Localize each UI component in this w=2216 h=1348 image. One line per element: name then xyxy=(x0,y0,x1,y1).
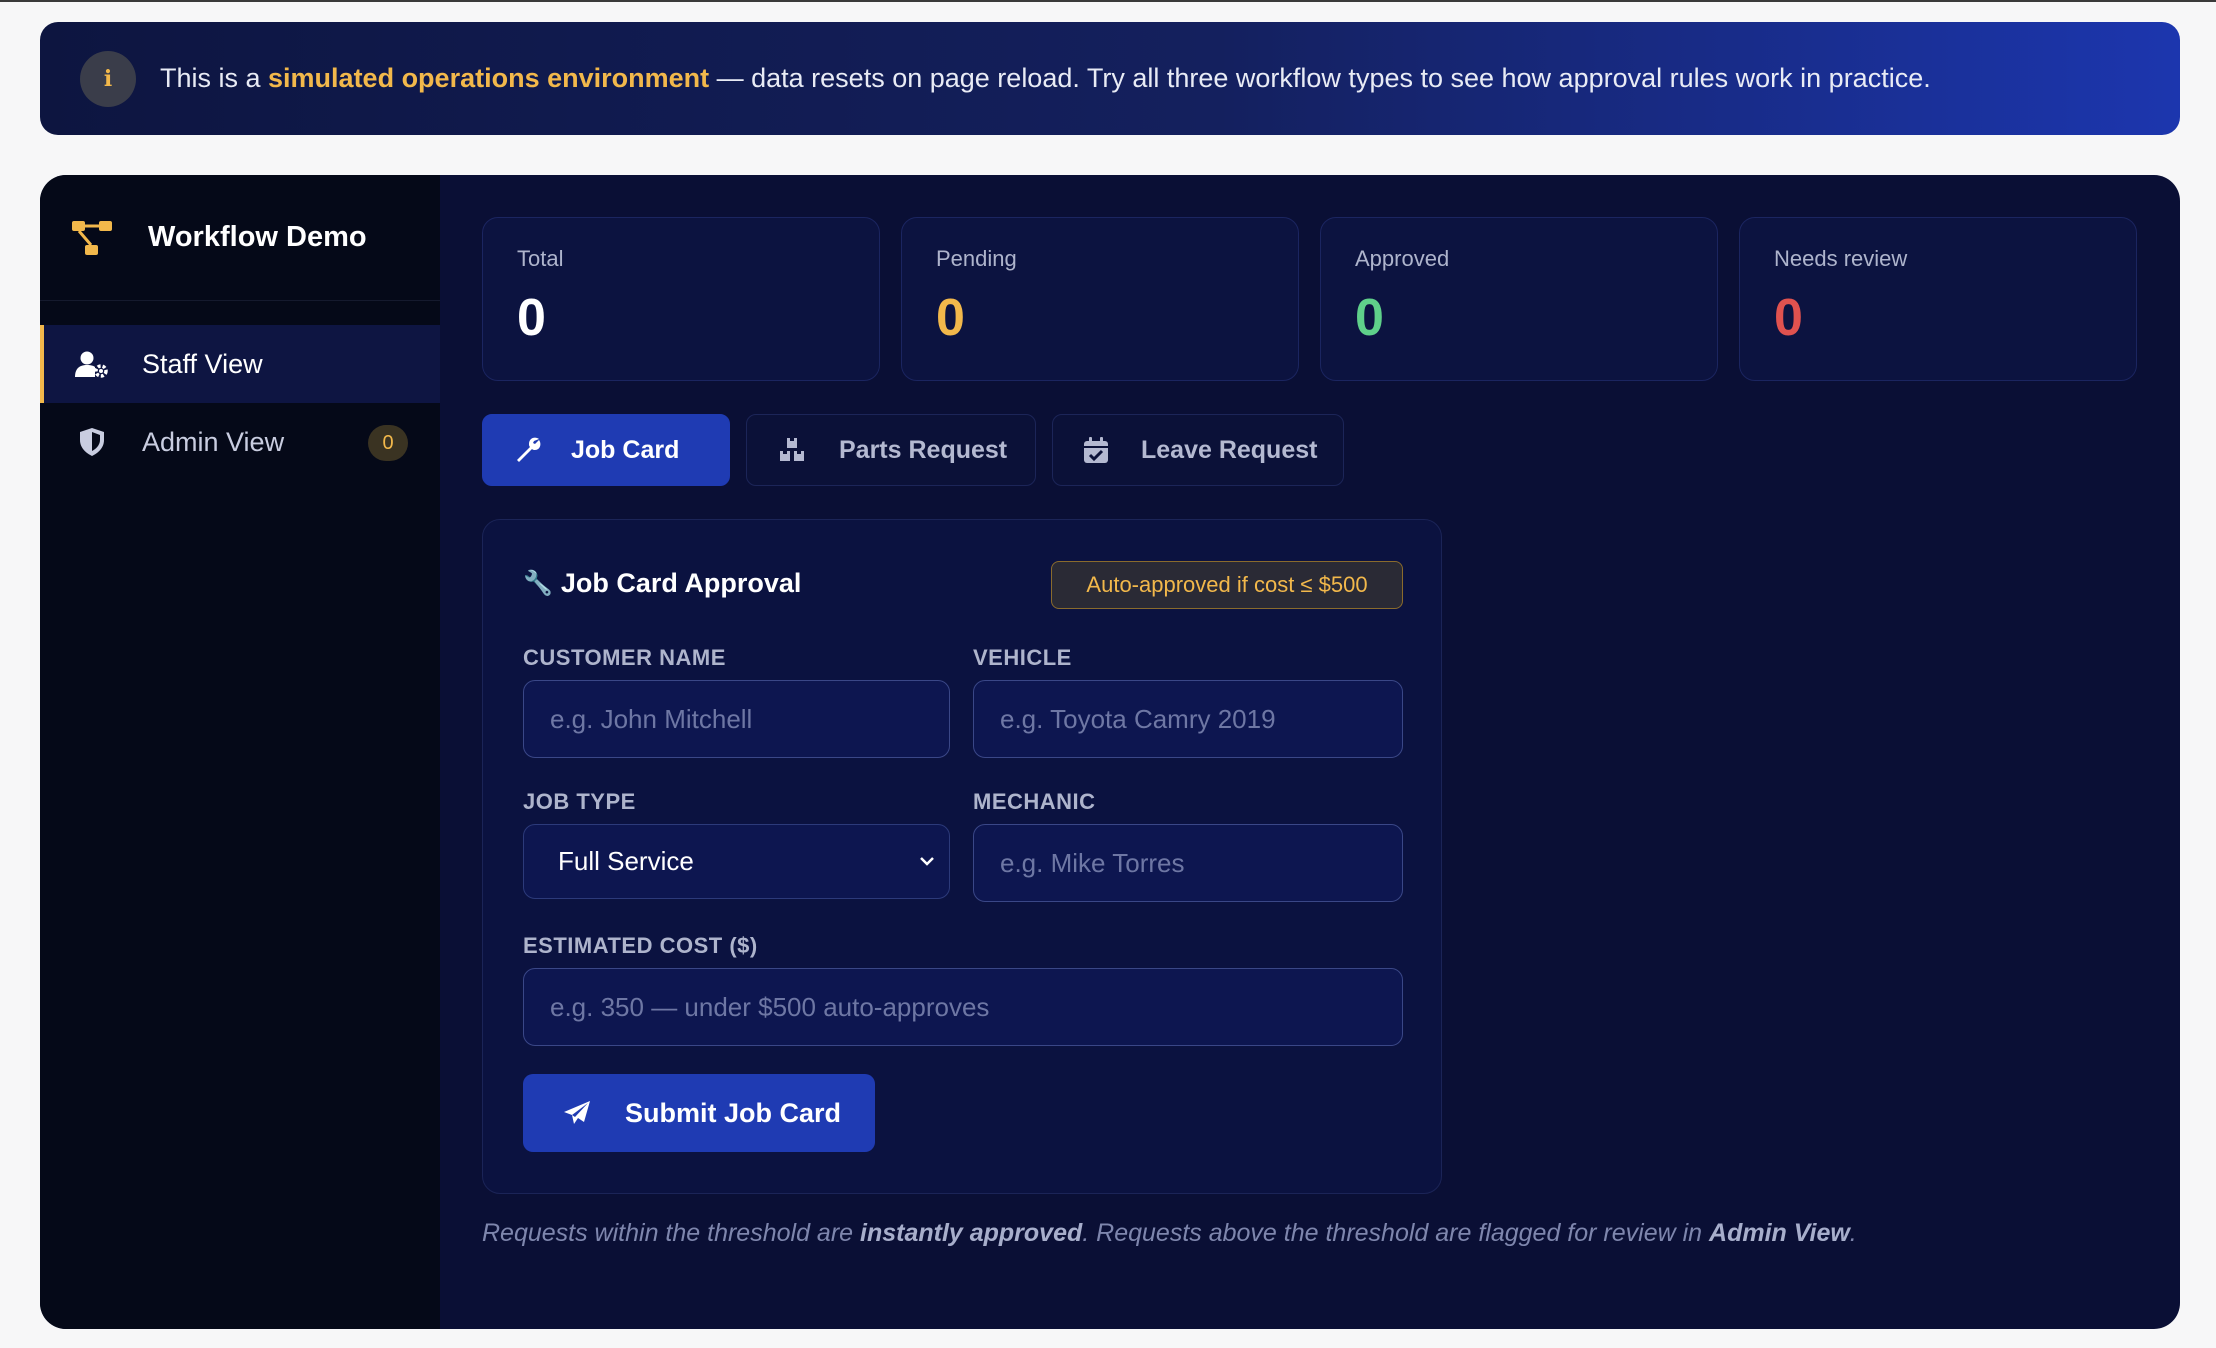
stat-label: Pending xyxy=(936,246,1017,271)
customer-name-placeholder: e.g. John Mitchell xyxy=(550,703,753,734)
chevron-down-icon xyxy=(920,857,934,866)
customer-name-input[interactable]: e.g. John Mitchell xyxy=(523,680,950,758)
sidebar-item-label: Staff View xyxy=(142,348,263,379)
calendar-check-icon xyxy=(1081,435,1111,465)
job-card-form: 🔧 Job Card Approval Auto-approved if cos… xyxy=(482,519,1442,1194)
customer-name-label: CUSTOMER NAME xyxy=(523,645,726,670)
sidebar-item-admin-view[interactable]: Admin View 0 xyxy=(40,403,440,481)
form-title-text: Job Card Approval xyxy=(560,568,802,598)
stat-value: 0 xyxy=(936,289,965,347)
tab-leave-request[interactable]: Leave Request xyxy=(1052,414,1344,486)
workflow-icon xyxy=(72,220,112,255)
stat-pending: Pending 0 xyxy=(901,217,1299,381)
app-title: Workflow Demo xyxy=(148,221,367,253)
stat-label: Total xyxy=(517,246,564,271)
tab-label: Leave Request xyxy=(1141,435,1318,464)
vehicle-label: VEHICLE xyxy=(973,645,1072,670)
stat-approved: Approved 0 xyxy=(1320,217,1718,381)
mechanic-input[interactable]: e.g. Mike Torres xyxy=(973,824,1403,902)
job-type-label: JOB TYPE xyxy=(523,789,636,814)
footnote-part: Requests within the threshold are xyxy=(482,1219,860,1247)
banner-text-after: — data resets on page reload. Try all th… xyxy=(709,63,1931,93)
tab-job-card[interactable]: Job Card xyxy=(482,414,730,486)
approval-rule-badge: Auto-approved if cost ≤ $500 xyxy=(1051,561,1403,609)
banner-text: This is a simulated operations environme… xyxy=(160,63,1931,94)
stat-value: 0 xyxy=(517,289,546,347)
vehicle-input[interactable]: e.g. Toyota Camry 2019 xyxy=(973,680,1403,758)
stat-needs-review: Needs review 0 xyxy=(1739,217,2137,381)
stat-label: Needs review xyxy=(1774,246,1908,271)
stat-total: Total 0 xyxy=(482,217,880,381)
brand: Workflow Demo xyxy=(40,175,440,301)
wrench-emoji-icon: 🔧 xyxy=(523,570,553,597)
sidebar: Workflow Demo Staff View Admin View 0 xyxy=(40,175,440,1329)
job-type-value: Full Service xyxy=(558,846,694,876)
stat-value: 0 xyxy=(1774,289,1803,347)
wrench-icon xyxy=(513,435,543,465)
sidebar-nav: Staff View Admin View 0 xyxy=(40,325,440,481)
tab-label: Parts Request xyxy=(839,435,1008,464)
form-title: 🔧 Job Card Approval xyxy=(523,568,801,599)
footnote-part: . xyxy=(1849,1219,1857,1247)
footnote-part: . Requests above the threshold are flagg… xyxy=(1082,1219,1710,1247)
submit-job-card-button[interactable]: Submit Job Card xyxy=(523,1074,875,1152)
mechanic-label: MECHANIC xyxy=(973,789,1096,814)
vehicle-placeholder: e.g. Toyota Camry 2019 xyxy=(1000,703,1276,734)
estimated-cost-input[interactable]: e.g. 350 — under $500 auto-approves xyxy=(523,968,1403,1046)
footnote-bold: instantly approved xyxy=(860,1219,1083,1247)
sidebar-item-label: Admin View xyxy=(142,426,285,457)
banner-text-before: This is a xyxy=(160,63,269,93)
info-banner: i This is a simulated operations environ… xyxy=(40,22,2180,135)
info-icon: i xyxy=(80,50,136,107)
mechanic-placeholder: e.g. Mike Torres xyxy=(1000,847,1185,878)
boxes-icon xyxy=(777,435,807,465)
paper-plane-icon xyxy=(564,1101,590,1124)
tab-parts-request[interactable]: Parts Request xyxy=(746,414,1036,486)
app-window: Workflow Demo Staff View Admin View 0 To… xyxy=(40,175,2180,1329)
estimated-cost-placeholder: e.g. 350 — under $500 auto-approves xyxy=(550,991,990,1022)
submit-label: Submit Job Card xyxy=(625,1097,842,1128)
pending-count-badge: 0 xyxy=(368,425,408,461)
shield-icon xyxy=(74,427,110,457)
stat-value: 0 xyxy=(1355,289,1384,347)
job-type-select[interactable]: Full Service xyxy=(523,824,950,899)
footnote-bold: Admin View xyxy=(1709,1219,1850,1247)
user-gear-icon xyxy=(74,349,110,379)
banner-highlight: simulated operations environment xyxy=(268,63,710,93)
main-content: Total 0 Pending 0 Approved 0 Needs revie… xyxy=(440,175,2180,1329)
tab-label: Job Card xyxy=(571,435,680,464)
sidebar-item-staff-view[interactable]: Staff View xyxy=(40,325,440,403)
estimated-cost-label: ESTIMATED COST ($) xyxy=(523,933,758,958)
stat-label: Approved xyxy=(1355,246,1450,271)
footnote: Requests within the threshold are instan… xyxy=(482,1219,1857,1248)
